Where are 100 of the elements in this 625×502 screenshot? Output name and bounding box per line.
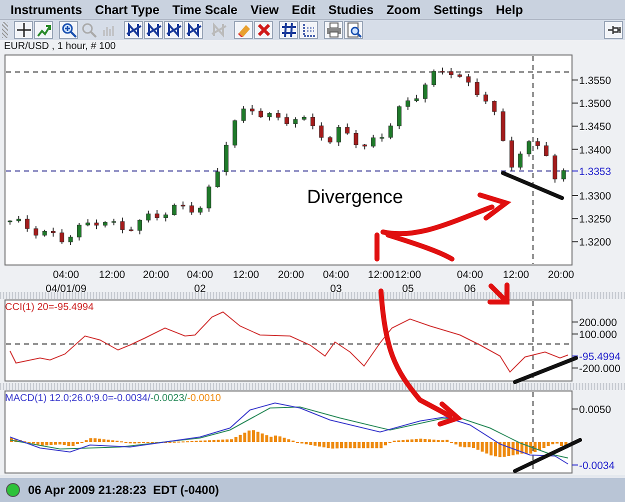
dotted-lines-button[interactable] xyxy=(299,21,318,39)
candle xyxy=(276,110,280,121)
candle xyxy=(8,220,12,226)
candle xyxy=(224,141,228,176)
n-line-icon xyxy=(186,22,202,38)
menu-item[interactable]: Time Scale xyxy=(166,2,244,16)
candle xyxy=(206,184,212,212)
candle xyxy=(414,94,419,103)
trend-line xyxy=(513,356,578,384)
splitter-bar[interactable] xyxy=(0,292,625,299)
candle xyxy=(120,217,125,234)
candle xyxy=(552,153,558,184)
menu-item[interactable]: Settings xyxy=(427,2,490,16)
time-label: 04:00 xyxy=(456,269,484,281)
price-label: 1.3400 xyxy=(579,144,612,156)
menu-item[interactable]: View xyxy=(244,2,286,16)
candle xyxy=(388,122,393,140)
price-label: 1.3450 xyxy=(579,121,612,134)
candle xyxy=(77,222,82,242)
candle xyxy=(198,206,202,216)
candle xyxy=(25,214,30,232)
date-label: 06 xyxy=(464,283,476,292)
menu-item[interactable]: Zoom xyxy=(380,2,428,16)
candle xyxy=(474,78,480,98)
candle xyxy=(284,113,289,126)
chart-title: EUR/USD , 1 hour, # 100 xyxy=(3,40,117,54)
print-preview-button[interactable] xyxy=(344,21,363,39)
time-label: 12:00 xyxy=(98,269,126,281)
candle xyxy=(440,67,445,75)
time-label: 20:00 xyxy=(142,269,170,281)
candle xyxy=(561,168,566,182)
candle xyxy=(371,134,376,148)
date-label: 03 xyxy=(330,283,342,292)
candle xyxy=(423,82,428,103)
candle xyxy=(319,122,324,142)
n-line-icon xyxy=(210,22,226,38)
zoom-in-button[interactable] xyxy=(59,21,78,39)
crosshair-button[interactable] xyxy=(14,21,33,39)
price-label: 1.3500 xyxy=(579,98,612,110)
menu-item[interactable]: Instruments xyxy=(4,2,89,16)
menu-item[interactable]: Edit xyxy=(285,2,322,16)
candle xyxy=(293,116,298,128)
candle xyxy=(302,114,306,122)
candle xyxy=(380,133,384,142)
axis-label: 100.000 xyxy=(579,329,617,341)
axis-label: 200.000 xyxy=(579,317,617,329)
candle xyxy=(526,140,532,158)
axis-label: 0.0050 xyxy=(579,404,612,416)
price-label: 1.3250 xyxy=(579,214,612,226)
n-line-button[interactable] xyxy=(124,21,143,39)
crosshair-icon xyxy=(16,22,32,38)
time-label: 20:00 xyxy=(278,269,304,281)
candle xyxy=(484,91,488,105)
candle xyxy=(510,136,514,172)
grid-button[interactable] xyxy=(279,21,298,39)
print-preview-icon xyxy=(346,22,362,38)
candle xyxy=(86,218,90,227)
cci-label: CCI(1) 20=-95.4994 xyxy=(5,302,94,313)
candle xyxy=(146,210,151,223)
menu-item[interactable]: Chart Type xyxy=(88,2,166,16)
candle xyxy=(34,226,38,240)
chart-arrows-icon xyxy=(36,22,52,38)
candle xyxy=(432,68,436,88)
candle xyxy=(345,122,350,136)
time-label: 20:00 xyxy=(548,269,574,281)
pin-icon xyxy=(606,23,620,37)
time-label: 12:00 xyxy=(368,269,394,281)
axis-label: -200.000 xyxy=(579,363,620,375)
n-line-button[interactable] xyxy=(164,21,183,39)
delete-button[interactable] xyxy=(254,21,273,39)
zoom-out-icon xyxy=(80,22,96,38)
candle xyxy=(180,201,186,210)
price-label: 1.3550 xyxy=(579,75,612,87)
candle xyxy=(466,74,471,87)
current-value-label: -0.0034 xyxy=(579,460,615,472)
candle xyxy=(128,226,134,232)
candle xyxy=(448,68,454,79)
menu-item[interactable]: Help xyxy=(489,2,530,16)
dotted-lines-icon xyxy=(300,22,316,38)
menu-item[interactable]: Studies xyxy=(322,2,380,16)
print-button[interactable] xyxy=(324,21,343,39)
price-label: 1.3200 xyxy=(579,236,612,249)
candle xyxy=(310,113,315,130)
n-line-icon xyxy=(146,22,162,38)
candle xyxy=(42,229,47,238)
pin-button[interactable] xyxy=(604,21,623,39)
status-text: 06 Apr 2009 21:28:23 EDT (-0400) xyxy=(28,483,219,497)
candle xyxy=(68,234,73,246)
candle xyxy=(112,218,116,226)
price-label: 1.3300 xyxy=(579,190,612,202)
candle xyxy=(492,100,497,116)
date-label: 04/01/09 xyxy=(46,283,86,292)
candle xyxy=(362,144,367,150)
chart-arrows-button[interactable] xyxy=(34,21,53,39)
zoom-in-icon xyxy=(60,22,76,38)
candle xyxy=(215,168,220,188)
candle xyxy=(250,104,254,116)
n-line-button[interactable] xyxy=(184,21,203,39)
n-line-button[interactable] xyxy=(144,21,163,39)
candle xyxy=(258,108,264,118)
